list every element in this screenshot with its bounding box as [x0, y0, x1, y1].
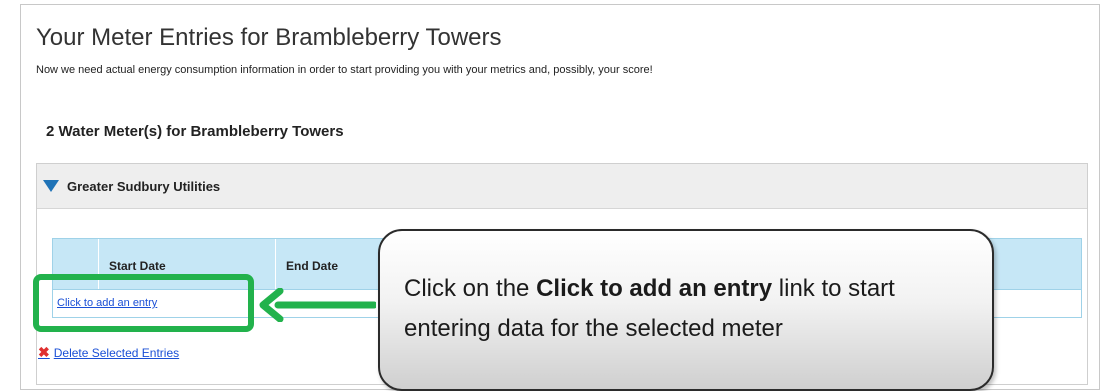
callout-text-bold: Click to add an entry: [536, 275, 773, 302]
page-subtitle: Now we need actual energy consumption in…: [36, 64, 653, 76]
highlight-box: [33, 274, 254, 332]
meter-header[interactable]: Greater Sudbury Utilities: [37, 164, 1087, 209]
triangle-down-icon[interactable]: [43, 180, 59, 192]
meters-section-heading: 2 Water Meter(s) for Brambleberry Towers: [46, 123, 344, 140]
callout-text-before: Click on the: [404, 275, 537, 302]
x-icon: ✖: [38, 344, 50, 360]
callout-text: Click on the Click to add an entry link …: [404, 269, 984, 349]
meter-name: Greater Sudbury Utilities: [67, 178, 221, 194]
instruction-callout: Click on the Click to add an entry link …: [378, 229, 994, 391]
page-title: Your Meter Entries for Brambleberry Towe…: [36, 24, 502, 51]
pointer-arrow: [259, 288, 376, 322]
delete-selected-entries-label: Delete Selected Entries: [53, 345, 180, 360]
delete-selected-entries-link[interactable]: ✖ Delete Selected Entries: [38, 344, 179, 361]
